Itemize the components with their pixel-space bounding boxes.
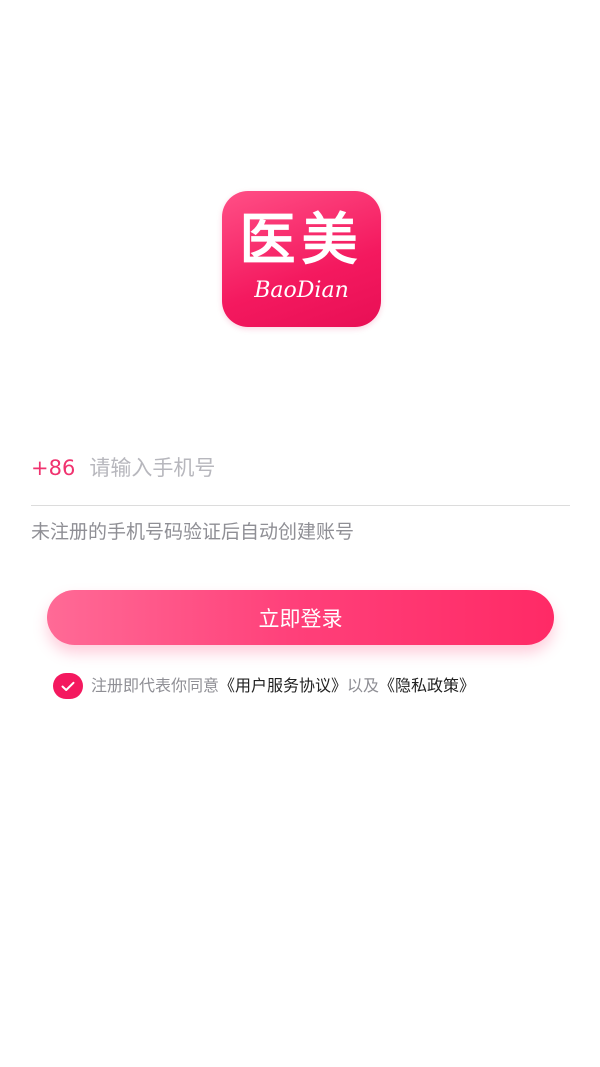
agreement-row: 注册即代表你同意 《用户服务协议》 以及 《隐私政策》 (53, 672, 475, 700)
input-divider (31, 505, 570, 506)
country-code[interactable]: +86 (31, 448, 75, 488)
privacy-link[interactable]: 《隐私政策》 (379, 672, 475, 700)
check-icon (61, 681, 75, 691)
logo-sub-text: BaoDian (254, 278, 349, 303)
app-logo: 医美 BaoDian (222, 191, 381, 327)
register-hint: 未注册的手机号码验证后自动创建账号 (31, 521, 355, 543)
agreement-connector: 以及 (347, 676, 380, 695)
agreement-checkbox[interactable] (53, 673, 83, 699)
logo-main-text: 医美 (239, 208, 364, 273)
agreement-prefix: 注册即代表你同意 (91, 676, 220, 695)
phone-input-row: +86 (31, 448, 570, 488)
phone-number-input[interactable] (89, 448, 510, 488)
terms-link[interactable]: 《用户服务协议》 (219, 672, 347, 700)
login-button[interactable]: 立即登录 (47, 590, 554, 645)
